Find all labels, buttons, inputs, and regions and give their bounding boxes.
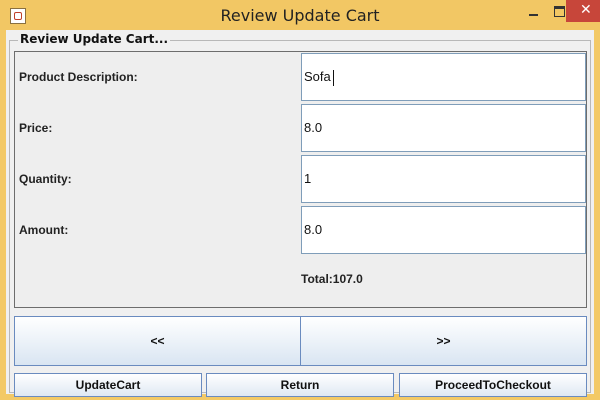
previous-button[interactable]: << xyxy=(14,316,301,366)
price-value: 8.0 xyxy=(304,120,323,135)
minimize-icon[interactable] xyxy=(520,0,546,22)
title-bar[interactable]: Review Update Cart xyxy=(0,0,600,30)
close-icon[interactable] xyxy=(566,0,600,22)
amount-label: Amount: xyxy=(19,223,69,237)
price-field[interactable]: 8.0 xyxy=(301,104,586,152)
amount-value: 8.0 xyxy=(304,222,323,237)
update-cart-button[interactable]: UpdateCart xyxy=(14,373,202,397)
review-update-cart-window: Review Update Cart Review Update Cart...… xyxy=(0,0,600,400)
product-description-label: Product Description: xyxy=(19,70,138,84)
next-button[interactable]: >> xyxy=(300,316,587,366)
product-description-field[interactable]: Sofa xyxy=(301,53,586,101)
return-button[interactable]: Return xyxy=(206,373,394,397)
window-client-area: Review Update Cart... Product Descriptio… xyxy=(6,30,594,397)
review-cart-group: Review Update Cart... Product Descriptio… xyxy=(9,32,591,397)
total-label: Total:107.0 xyxy=(301,272,363,286)
amount-field[interactable]: 8.0 xyxy=(301,206,586,254)
group-label: Review Update Cart... xyxy=(18,32,171,46)
quantity-label: Quantity: xyxy=(19,172,72,186)
window-title: Review Update Cart xyxy=(220,6,380,25)
proceed-to-checkout-button[interactable]: ProceedToCheckout xyxy=(399,373,587,397)
text-cursor xyxy=(332,69,334,86)
price-label: Price: xyxy=(19,121,53,135)
product-description-value: Sofa xyxy=(304,69,331,84)
quantity-field[interactable]: 1 xyxy=(301,155,586,203)
cart-form: Product Description: Sofa Price: 8.0 Qua… xyxy=(14,51,587,308)
quantity-value: 1 xyxy=(304,171,312,186)
